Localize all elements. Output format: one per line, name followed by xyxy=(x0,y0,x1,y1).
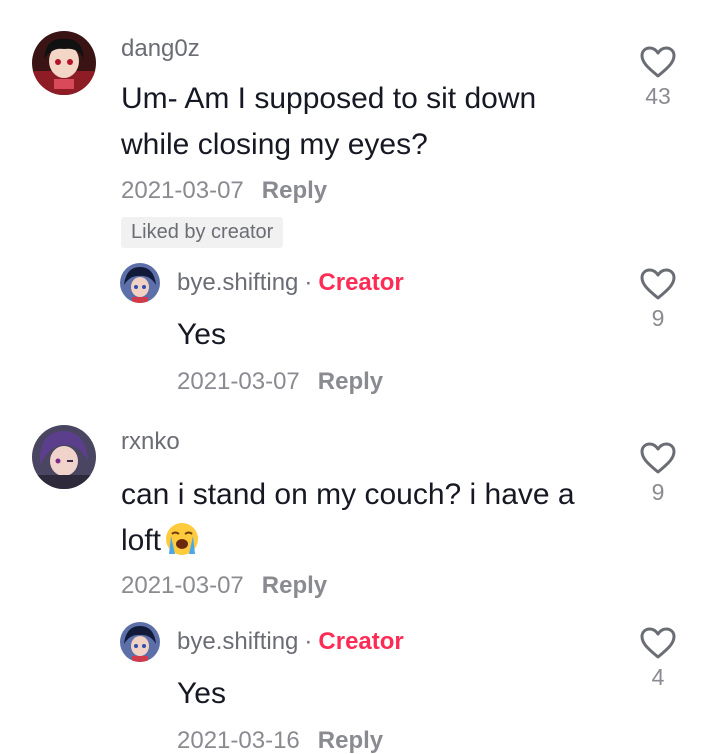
reply-username: bye.shifting · Creator xyxy=(177,271,404,295)
like-button[interactable]: 4 xyxy=(633,626,683,689)
comment-username[interactable]: dang0z xyxy=(121,37,200,61)
like-count: 9 xyxy=(651,479,665,505)
like-button[interactable]: 9 xyxy=(633,267,683,330)
comment-date: 2021-03-07 xyxy=(121,177,244,204)
reply-text: Yes xyxy=(177,677,226,710)
loudly-crying-face-emoji xyxy=(165,522,199,570)
avatar-bye-shifting[interactable] xyxy=(120,263,160,303)
heart-outline-icon xyxy=(640,442,676,474)
reply-date: 2021-03-07 xyxy=(177,368,300,395)
heart-outline-icon xyxy=(640,46,676,78)
heart-outline-icon xyxy=(640,627,676,659)
comment-text: Um- Am I supposed to sit down while clos… xyxy=(121,82,537,161)
comment-date: 2021-03-07 xyxy=(121,572,244,599)
like-count: 9 xyxy=(651,305,665,331)
comment-meta: 2021-03-07 Reply xyxy=(121,574,327,598)
reply-button[interactable]: Reply xyxy=(318,368,383,395)
reply-button[interactable]: Reply xyxy=(262,177,327,204)
like-count: 4 xyxy=(651,664,665,690)
like-button[interactable]: 43 xyxy=(633,45,683,108)
like-count: 43 xyxy=(645,83,671,109)
creator-tag: Creator xyxy=(318,628,404,655)
reply-username: bye.shifting · Creator xyxy=(177,630,404,654)
reply-author[interactable]: bye.shifting xyxy=(177,628,298,655)
comment-meta: 2021-03-07 Reply xyxy=(121,179,327,203)
reply-text: Yes xyxy=(177,318,226,351)
reply-meta: 2021-03-07 Reply xyxy=(177,370,383,394)
reply-button[interactable]: Reply xyxy=(262,572,327,599)
reply-button[interactable]: Reply xyxy=(318,727,383,754)
reply-meta: 2021-03-16 Reply xyxy=(177,729,383,753)
separator-dot: · xyxy=(304,269,313,296)
creator-tag: Creator xyxy=(318,269,404,296)
comment-text: can i stand on my couch? i have a loft xyxy=(121,472,621,570)
liked-by-creator-badge: Liked by creator xyxy=(121,217,284,248)
comment-username[interactable]: rxnko xyxy=(121,430,180,454)
like-button[interactable]: 9 xyxy=(633,441,683,504)
heart-outline-icon xyxy=(640,268,676,300)
avatar-bye-shifting[interactable] xyxy=(120,622,160,662)
avatar-rxnko[interactable] xyxy=(32,425,96,489)
reply-date: 2021-03-16 xyxy=(177,727,300,754)
reply-author[interactable]: bye.shifting xyxy=(177,269,298,296)
avatar-dang0z[interactable] xyxy=(32,31,96,95)
separator-dot: · xyxy=(304,628,313,655)
